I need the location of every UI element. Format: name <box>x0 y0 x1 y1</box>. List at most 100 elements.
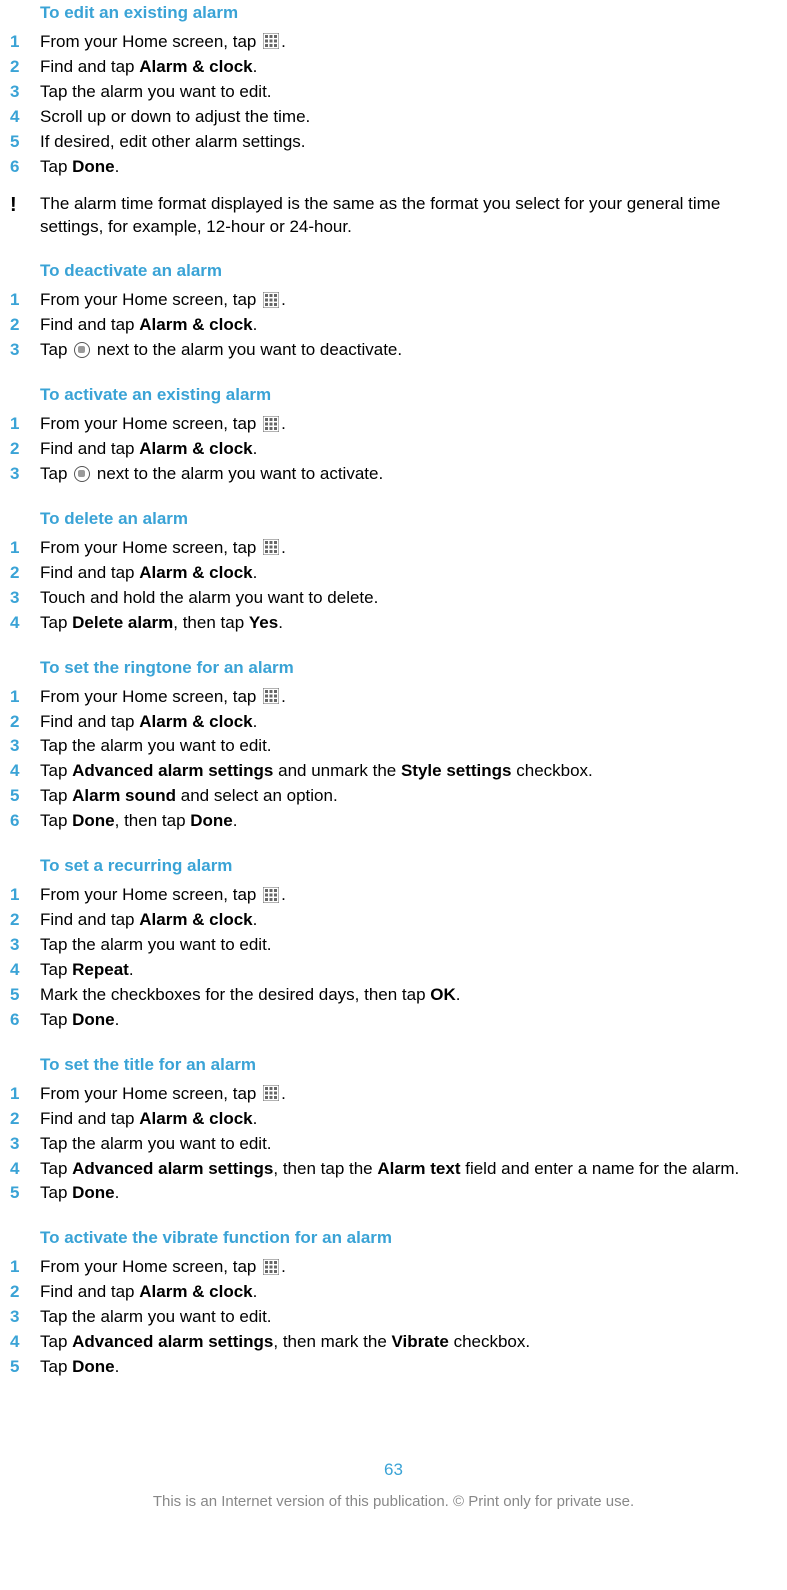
section-heading: To deactivate an alarm <box>10 260 777 283</box>
note-row: !The alarm time format displayed is the … <box>10 193 777 239</box>
step-number: 2 <box>10 1281 40 1304</box>
step-body: From your Home screen, tap . <box>40 1256 777 1279</box>
step-number: 4 <box>10 760 40 783</box>
step-bold: Done <box>72 811 115 830</box>
numbered-step: 4Tap Repeat. <box>10 959 777 982</box>
step-number: 2 <box>10 562 40 585</box>
step-number: 6 <box>10 1009 40 1032</box>
step-body: If desired, edit other alarm settings. <box>40 131 777 154</box>
step-bold: Repeat <box>72 960 129 979</box>
step-number: 3 <box>10 587 40 610</box>
numbered-step: 2Find and tap Alarm & clock. <box>10 909 777 932</box>
numbered-step: 1From your Home screen, tap . <box>10 413 777 436</box>
step-number: 5 <box>10 1356 40 1379</box>
step-number: 3 <box>10 81 40 104</box>
apps-grid-icon <box>263 1085 279 1101</box>
step-bold: Done <box>72 1183 115 1202</box>
numbered-step: 4Tap Advanced alarm settings, then tap t… <box>10 1158 777 1181</box>
step-number: 2 <box>10 314 40 337</box>
numbered-step: 2Find and tap Alarm & clock. <box>10 1281 777 1304</box>
section-heading: To activate an existing alarm <box>10 384 777 407</box>
step-bold: Alarm & clock <box>139 910 252 929</box>
apps-grid-icon <box>263 688 279 704</box>
step-number: 4 <box>10 959 40 982</box>
step-body: Find and tap Alarm & clock. <box>40 1281 777 1304</box>
step-number: 1 <box>10 31 40 54</box>
step-body: Tap Advanced alarm settings, then mark t… <box>40 1331 777 1354</box>
numbered-step: 2Find and tap Alarm & clock. <box>10 1108 777 1131</box>
step-body: Tap the alarm you want to edit. <box>40 81 777 104</box>
step-number: 1 <box>10 686 40 709</box>
numbered-step: 4Tap Advanced alarm settings, then mark … <box>10 1331 777 1354</box>
step-body: Tap Done. <box>40 1182 777 1205</box>
step-number: 2 <box>10 438 40 461</box>
step-body: Touch and hold the alarm you want to del… <box>40 587 777 610</box>
step-body: Tap Advanced alarm settings and unmark t… <box>40 760 777 783</box>
numbered-step: 3Tap the alarm you want to edit. <box>10 1133 777 1156</box>
step-bold: Alarm & clock <box>139 439 252 458</box>
step-list: 1From your Home screen, tap .2Find and t… <box>10 537 777 635</box>
numbered-step: 2Find and tap Alarm & clock. <box>10 314 777 337</box>
apps-grid-icon <box>263 887 279 903</box>
step-number: 5 <box>10 1182 40 1205</box>
section-heading: To set the title for an alarm <box>10 1054 777 1077</box>
step-body: Tap Alarm sound and select an option. <box>40 785 777 808</box>
step-number: 3 <box>10 463 40 486</box>
step-number: 3 <box>10 735 40 758</box>
numbered-step: 1From your Home screen, tap . <box>10 289 777 312</box>
numbered-step: 6Tap Done, then tap Done. <box>10 810 777 833</box>
numbered-step: 1From your Home screen, tap . <box>10 31 777 54</box>
apps-grid-icon <box>263 1259 279 1275</box>
step-number: 3 <box>10 934 40 957</box>
numbered-step: 1From your Home screen, tap . <box>10 537 777 560</box>
numbered-step: 2Find and tap Alarm & clock. <box>10 56 777 79</box>
numbered-step: 1From your Home screen, tap . <box>10 884 777 907</box>
step-bold: Advanced alarm settings <box>72 1159 273 1178</box>
step-body: Tap Done. <box>40 1356 777 1379</box>
numbered-step: 2Find and tap Alarm & clock. <box>10 438 777 461</box>
step-body: Tap Delete alarm, then tap Yes. <box>40 612 777 635</box>
alarm-toggle-icon <box>74 342 90 358</box>
step-body: Tap Done. <box>40 156 777 179</box>
step-number: 5 <box>10 131 40 154</box>
step-body: Tap the alarm you want to edit. <box>40 735 777 758</box>
step-body: From your Home screen, tap . <box>40 413 777 436</box>
step-bold: Alarm & clock <box>139 57 252 76</box>
step-body: From your Home screen, tap . <box>40 686 777 709</box>
step-list: 1From your Home screen, tap .2Find and t… <box>10 289 777 362</box>
step-bold: Alarm & clock <box>139 1109 252 1128</box>
numbered-step: 2Find and tap Alarm & clock. <box>10 711 777 734</box>
numbered-step: 5Mark the checkboxes for the desired day… <box>10 984 777 1007</box>
step-body: Scroll up or down to adjust the time. <box>40 106 777 129</box>
step-body: Find and tap Alarm & clock. <box>40 909 777 932</box>
numbered-step: 4Scroll up or down to adjust the time. <box>10 106 777 129</box>
step-body: Find and tap Alarm & clock. <box>40 562 777 585</box>
step-list: 1From your Home screen, tap .2Find and t… <box>10 31 777 179</box>
step-number: 2 <box>10 711 40 734</box>
numbered-step: 3Tap the alarm you want to edit. <box>10 735 777 758</box>
step-number: 1 <box>10 413 40 436</box>
step-body: From your Home screen, tap . <box>40 31 777 54</box>
footer-note: This is an Internet version of this publ… <box>10 1492 777 1512</box>
section-heading: To set the ringtone for an alarm <box>10 657 777 680</box>
step-body: Find and tap Alarm & clock. <box>40 314 777 337</box>
alarm-toggle-icon <box>74 466 90 482</box>
step-bold: Alarm text <box>377 1159 460 1178</box>
step-bold: Vibrate <box>392 1332 449 1351</box>
step-number: 5 <box>10 785 40 808</box>
step-body: From your Home screen, tap . <box>40 537 777 560</box>
step-bold: Alarm & clock <box>139 1282 252 1301</box>
step-number: 6 <box>10 810 40 833</box>
step-body: Tap the alarm you want to edit. <box>40 1306 777 1329</box>
step-number: 3 <box>10 1133 40 1156</box>
section-heading: To delete an alarm <box>10 508 777 531</box>
step-number: 2 <box>10 56 40 79</box>
step-bold: Delete alarm <box>72 613 173 632</box>
apps-grid-icon <box>263 33 279 49</box>
step-body: Find and tap Alarm & clock. <box>40 56 777 79</box>
step-body: Tap Repeat. <box>40 959 777 982</box>
step-body: Tap Done. <box>40 1009 777 1032</box>
step-body: Tap the alarm you want to edit. <box>40 1133 777 1156</box>
step-number: 4 <box>10 1331 40 1354</box>
step-bold: Alarm & clock <box>139 563 252 582</box>
